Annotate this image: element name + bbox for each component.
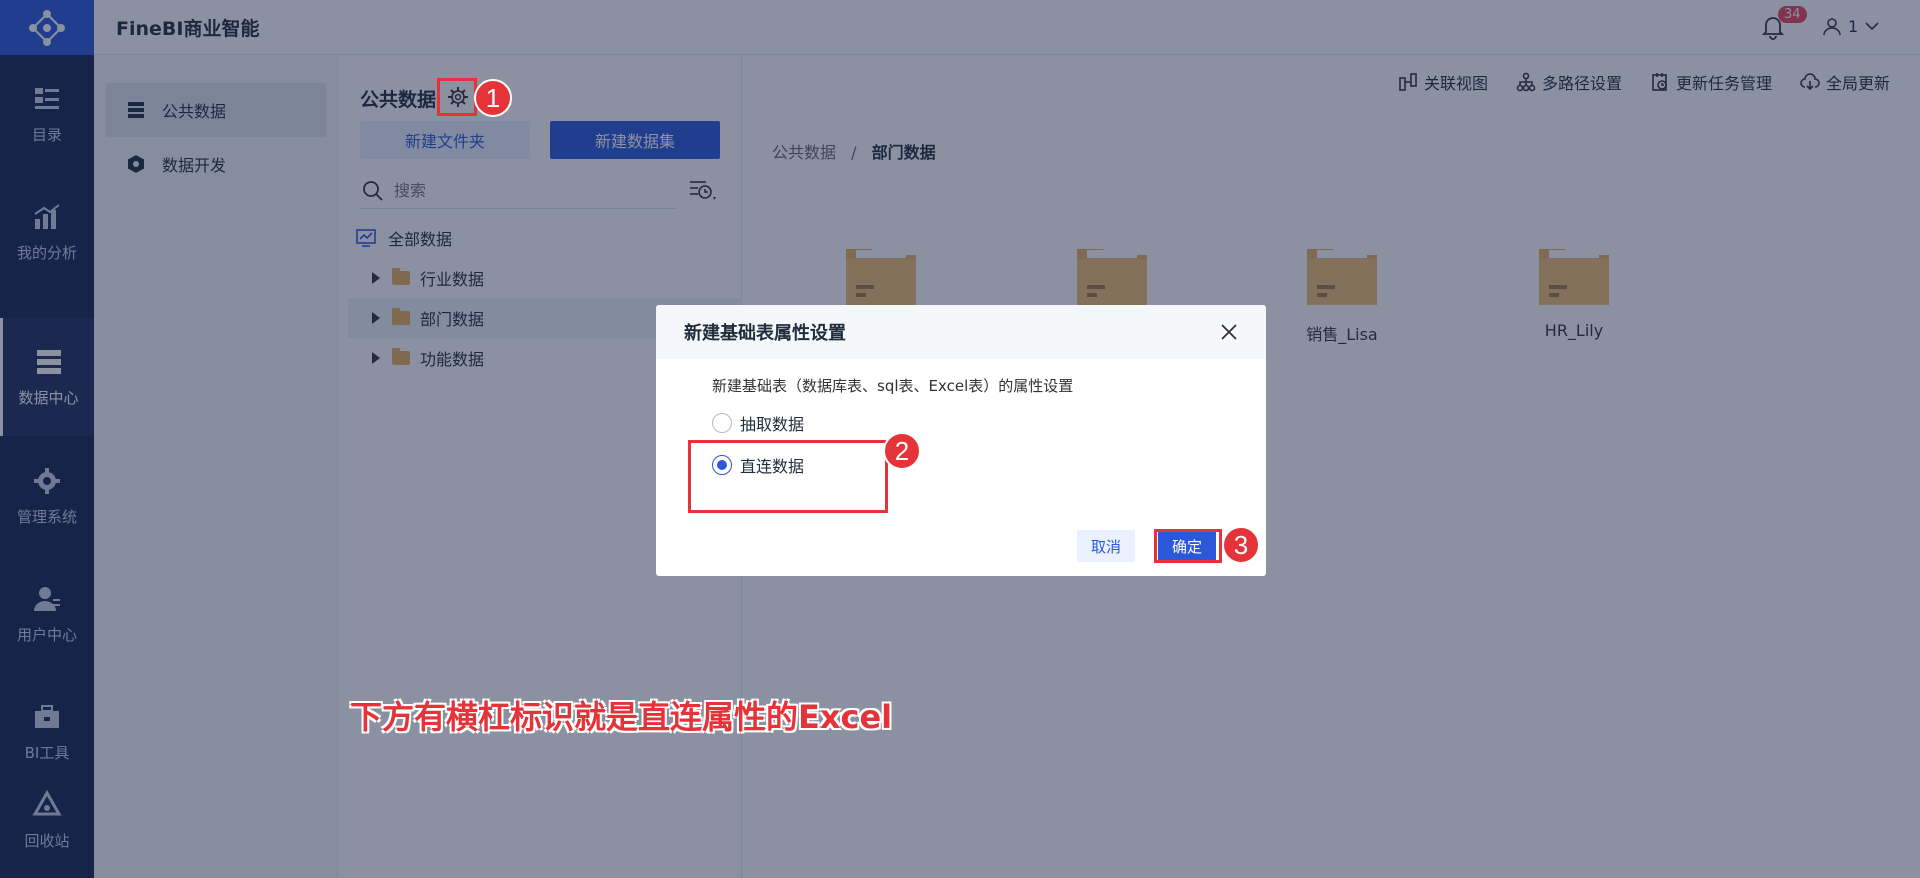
annotation-box-3 [1154,529,1222,563]
annotation-box-1 [437,78,477,116]
annotation-note: 下方有横杠标识就是直连属性的Excel [350,698,893,736]
dialog-description: 新建基础表（数据库表、sql表、Excel表）的属性设置 [712,377,1074,395]
annotation-badge-2: 2 [883,432,921,470]
cancel-button[interactable]: 取消 [1077,530,1135,562]
radio-extract-data[interactable]: 抽取数据 [712,411,804,435]
annotation-badge-3: 3 [1222,526,1260,564]
radio-button[interactable] [712,413,732,433]
dialog-title: 新建基础表属性设置 [684,323,846,344]
radio-label: 抽取数据 [740,415,805,434]
annotation-badge-1: 1 [474,79,512,117]
dialog-header: 新建基础表属性设置 [656,305,1266,359]
close-icon[interactable] [1220,323,1238,341]
annotation-box-2 [688,440,888,513]
